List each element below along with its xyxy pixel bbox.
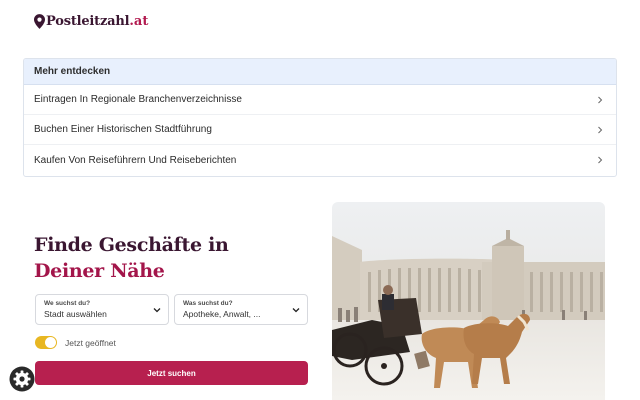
hero-title: Finde Geschäfte in Deiner Nähe — [34, 232, 229, 284]
chevron-right-icon — [598, 96, 603, 103]
discover-item-directories[interactable]: Eintragen In Regionale Branchenverzeichn… — [24, 85, 616, 115]
city-select-label: We suchst du? — [44, 300, 91, 307]
toggle-switch[interactable] — [35, 336, 57, 349]
city-select-value: Stadt auswählen — [44, 309, 107, 319]
discover-item-travel-guides[interactable]: Kaufen Von Reiseführern Und Reisebericht… — [24, 145, 616, 175]
discover-item-city-tour[interactable]: Buchen Einer Historischen Stadtführung — [24, 115, 616, 145]
open-now-label: Jetzt geöffnet — [65, 337, 116, 348]
chevron-down-icon — [153, 308, 161, 313]
category-select[interactable]: Was suchst du? Apotheke, Anwalt, ... — [174, 294, 308, 325]
discover-header: Mehr entdecken — [24, 59, 616, 85]
discover-item-label: Kaufen Von Reiseführern Und Reisebericht… — [34, 154, 237, 166]
chevron-right-icon — [598, 126, 603, 133]
logo-name: Postleitzahl — [46, 13, 130, 29]
discover-item-label: Eintragen In Regionale Branchenverzeichn… — [34, 94, 242, 105]
toggle-knob — [45, 337, 56, 348]
category-select-label: Was suchst du? — [183, 300, 233, 307]
hero-title-line1: Finde Geschäfte in — [34, 234, 229, 256]
chevron-right-icon — [598, 156, 603, 164]
map-pin-icon — [34, 13, 45, 29]
category-select-value: Apotheke, Anwalt, ... — [183, 309, 261, 319]
search-button[interactable]: Jetzt suchen — [35, 361, 308, 385]
discover-panel: Mehr entdecken Eintragen In Regionale Br… — [23, 58, 617, 177]
hero-photo — [332, 202, 605, 400]
logo-tld: .at — [129, 13, 149, 29]
open-now-toggle[interactable]: Jetzt geöffnet — [35, 336, 116, 349]
city-select[interactable]: We suchst du? Stadt auswählen — [35, 294, 169, 325]
site-logo[interactable]: Postleitzahl .at — [34, 12, 148, 30]
chevron-down-icon — [292, 308, 300, 313]
hero-title-line2: Deiner Nähe — [34, 260, 165, 282]
gear-icon[interactable] — [9, 366, 35, 392]
discover-item-label: Buchen Einer Historischen Stadtführung — [34, 124, 212, 135]
